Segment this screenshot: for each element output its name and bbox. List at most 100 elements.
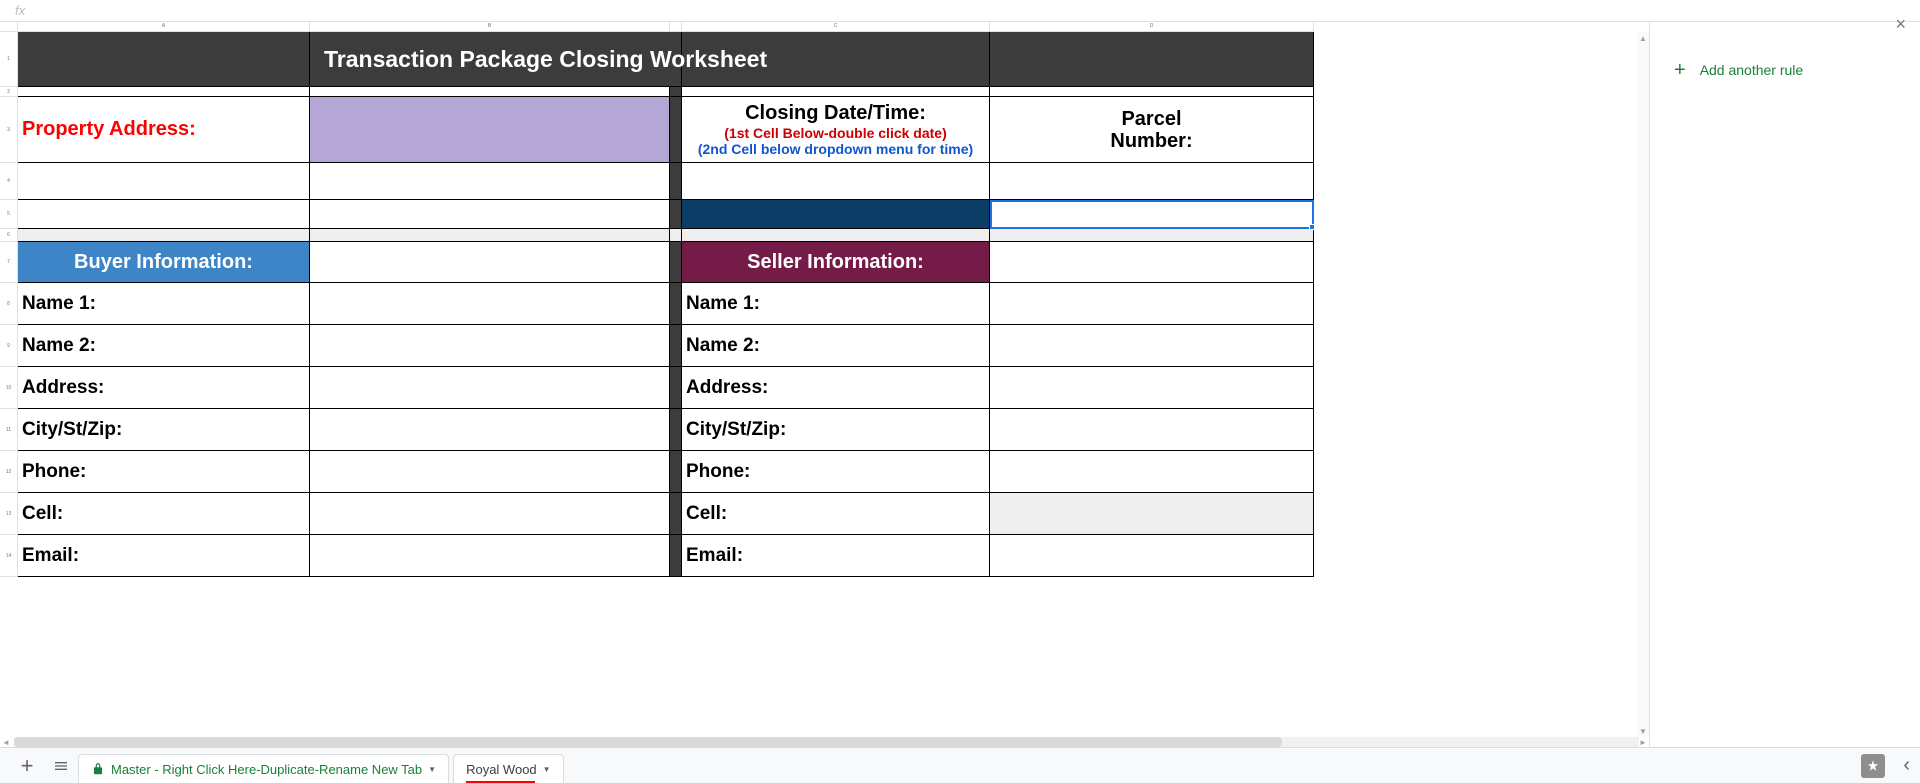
buyer-phone-label[interactable]: Phone:	[18, 451, 310, 493]
scroll-left-icon[interactable]: ◄	[0, 737, 12, 747]
seller-email-input[interactable]	[990, 535, 1314, 577]
col-header-b[interactable]: B	[310, 22, 670, 32]
seller-name2-input[interactable]	[990, 325, 1314, 367]
row-header[interactable]: 1	[0, 32, 18, 87]
buyer-name2-input[interactable]	[310, 325, 670, 367]
label-text: Name 2:	[22, 335, 96, 357]
row-header[interactable]: 9	[0, 325, 18, 367]
seller-address-input[interactable]	[990, 367, 1314, 409]
row-header[interactable]: 10	[0, 367, 18, 409]
cell[interactable]	[682, 229, 990, 242]
cell[interactable]	[310, 242, 670, 283]
scroll-down-icon[interactable]: ▼	[1637, 725, 1649, 737]
buyer-name1-label[interactable]: Name 1:	[18, 283, 310, 325]
seller-name1-label[interactable]: Name 1:	[682, 283, 990, 325]
closing-time-cell[interactable]	[682, 200, 990, 229]
all-sheets-button[interactable]	[44, 752, 78, 780]
vertical-scrollbar[interactable]: ▲ ▼	[1637, 32, 1649, 737]
row-header[interactable]: 7	[0, 242, 18, 283]
cell[interactable]	[990, 229, 1314, 242]
row-header[interactable]: 6	[0, 229, 18, 242]
row-header[interactable]: 4	[0, 163, 18, 200]
buyer-cell-input[interactable]	[310, 493, 670, 535]
seller-phone-input[interactable]	[990, 451, 1314, 493]
selection-handle[interactable]	[1309, 224, 1315, 230]
horizontal-scrollbar[interactable]: ◄ ►	[14, 737, 1639, 747]
col-header-d[interactable]: D	[990, 22, 1314, 32]
buyer-citystzip-label[interactable]: City/St/Zip:	[18, 409, 310, 451]
row-header[interactable]: 11	[0, 409, 18, 451]
chevron-down-icon[interactable]: ▼	[543, 765, 551, 774]
buyer-email-input[interactable]	[310, 535, 670, 577]
cell[interactable]	[18, 200, 310, 229]
seller-address-label[interactable]: Address:	[682, 367, 990, 409]
cell[interactable]	[310, 200, 670, 229]
seller-section-header[interactable]: Seller Information:	[682, 242, 990, 283]
explore-button[interactable]	[1861, 754, 1885, 778]
scroll-up-icon[interactable]: ▲	[1637, 32, 1649, 44]
sheet-tab-master[interactable]: Master - Right Click Here-Duplicate-Rena…	[78, 754, 449, 783]
buyer-address-label[interactable]: Address:	[18, 367, 310, 409]
cell[interactable]	[990, 87, 1314, 97]
chevron-down-icon[interactable]: ▼	[428, 765, 436, 774]
formula-input[interactable]	[35, 0, 1920, 21]
cell[interactable]	[310, 229, 670, 242]
cell[interactable]	[18, 87, 310, 97]
buyer-name2-label[interactable]: Name 2:	[18, 325, 310, 367]
seller-name1-input[interactable]	[990, 283, 1314, 325]
cell[interactable]	[18, 229, 310, 242]
buyer-address-input[interactable]	[310, 367, 670, 409]
seller-phone-label[interactable]: Phone:	[682, 451, 990, 493]
sheet-tab-royalwood[interactable]: Royal Wood ▼	[453, 754, 564, 783]
cell[interactable]	[18, 163, 310, 200]
add-rule-button[interactable]: + Add another rule	[1668, 34, 1902, 80]
col-header-c[interactable]: C	[682, 22, 990, 32]
row-header[interactable]: 5	[0, 200, 18, 229]
select-all-corner[interactable]	[0, 22, 18, 32]
buyer-email-label[interactable]: Email:	[18, 535, 310, 577]
table-row: 6	[0, 229, 1649, 242]
selected-cell[interactable]	[990, 200, 1314, 229]
cell[interactable]	[18, 32, 310, 87]
row-header[interactable]: 13	[0, 493, 18, 535]
seller-cell-label[interactable]: Cell:	[682, 493, 990, 535]
add-sheet-button[interactable]: +	[10, 752, 44, 780]
sheet-tab-label: Royal Wood	[466, 762, 537, 777]
buyer-name1-input[interactable]	[310, 283, 670, 325]
row-header[interactable]: 12	[0, 451, 18, 493]
row-header[interactable]: 8	[0, 283, 18, 325]
closing-date-cell[interactable]	[682, 163, 990, 200]
parcel-number-cell[interactable]	[990, 163, 1314, 200]
cell[interactable]	[310, 163, 670, 200]
separator	[670, 493, 682, 535]
scroll-right-icon[interactable]: ►	[1637, 737, 1649, 747]
seller-name2-label[interactable]: Name 2:	[682, 325, 990, 367]
property-address-input[interactable]	[310, 97, 670, 163]
buyer-section-header[interactable]: Buyer Information:	[18, 242, 310, 283]
seller-cell-input[interactable]	[990, 493, 1314, 535]
cell[interactable]	[682, 87, 990, 97]
scrollbar-thumb[interactable]	[14, 737, 1282, 747]
seller-email-label[interactable]: Email:	[682, 535, 990, 577]
row-header[interactable]: 2	[0, 87, 18, 97]
col-header-a[interactable]: A	[18, 22, 310, 32]
buyer-citystzip-input[interactable]	[310, 409, 670, 451]
cell[interactable]	[990, 32, 1314, 87]
seller-citystzip-input[interactable]	[990, 409, 1314, 451]
label-text: Property Address:	[22, 118, 196, 141]
cell[interactable]	[990, 242, 1314, 283]
close-icon[interactable]: ×	[1895, 14, 1906, 35]
buyer-phone-input[interactable]	[310, 451, 670, 493]
cell[interactable]	[310, 87, 670, 97]
parcel-number-header[interactable]: ParcelNumber:	[990, 97, 1314, 163]
label-text: City/St/Zip:	[22, 419, 122, 441]
seller-citystzip-label[interactable]: City/St/Zip:	[682, 409, 990, 451]
title-cell[interactable]: Transaction Package Closing Worksheet	[310, 32, 670, 87]
row-header[interactable]: 3	[0, 97, 18, 163]
collapse-side-panel-icon[interactable]: ‹	[1903, 754, 1910, 777]
row-header[interactable]: 14	[0, 535, 18, 577]
property-address-label[interactable]: Property Address:	[18, 97, 310, 163]
label-text: Name 2:	[686, 335, 760, 357]
closing-date-header[interactable]: Closing Date/Time: (1st Cell Below-doubl…	[682, 97, 990, 163]
buyer-cell-label[interactable]: Cell:	[18, 493, 310, 535]
